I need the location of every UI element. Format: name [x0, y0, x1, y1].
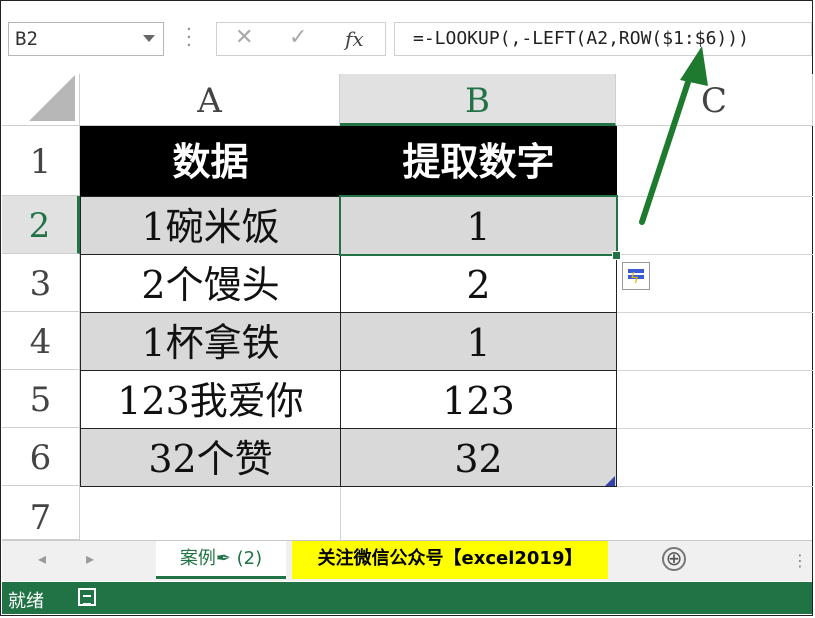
status-bar: 就绪: [2, 582, 812, 614]
add-sheet-icon[interactable]: ⊕: [662, 547, 686, 571]
sheet-tab-wechat[interactable]: 关注微信公众号【excel2019】: [292, 541, 608, 579]
scroll-right-icon[interactable]: ▸: [86, 549, 94, 568]
sheet-tab-bar: ◂ ▸ 案例✒ (2) 关注微信公众号【excel2019】 ⊕ ⋮: [2, 540, 812, 581]
status-ready: 就绪: [8, 591, 44, 612]
more-tabs-icon[interactable]: ⋮: [792, 551, 808, 570]
annotation-arrow: [639, 46, 708, 225]
macro-record-icon[interactable]: [78, 588, 96, 606]
scroll-left-icon[interactable]: ◂: [38, 549, 46, 568]
sheet-tab-active[interactable]: 案例✒ (2): [156, 541, 286, 579]
